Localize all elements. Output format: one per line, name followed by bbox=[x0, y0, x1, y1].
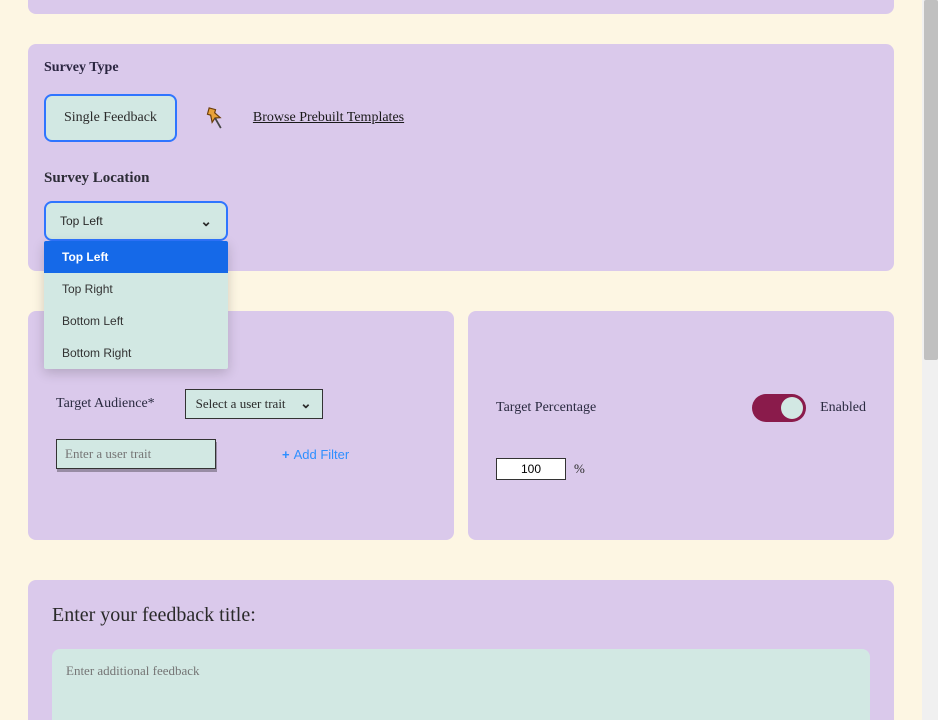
survey-type-card: Survey Type Single Feedback Browse Prebu… bbox=[28, 44, 894, 271]
survey-location-dropdown: Top Left Top Right Bottom Left Bottom Ri… bbox=[44, 241, 228, 369]
survey-location-option-top-left[interactable]: Top Left bbox=[44, 241, 228, 273]
add-filter-label: Add Filter bbox=[294, 447, 350, 462]
target-audience-label: Target Audience* bbox=[56, 396, 155, 412]
feedback-title-label: Enter your feedback title: bbox=[52, 604, 870, 627]
feedback-title-card: Enter your feedback title: bbox=[28, 580, 894, 720]
survey-location-option-top-right[interactable]: Top Right bbox=[44, 273, 228, 305]
survey-location-selected-value: Top Left bbox=[60, 214, 103, 228]
feedback-textarea[interactable] bbox=[52, 649, 870, 720]
target-percentage-card: Target Percentage Enabled % bbox=[468, 311, 894, 540]
target-percentage-toggle[interactable] bbox=[752, 394, 806, 422]
add-filter-button[interactable]: + Add Filter bbox=[282, 447, 349, 462]
chevron-down-icon: ⌄ bbox=[200, 213, 212, 230]
plus-icon: + bbox=[282, 447, 290, 462]
browse-templates-link[interactable]: Browse Prebuilt Templates bbox=[253, 110, 404, 126]
toggle-enabled-label: Enabled bbox=[820, 400, 866, 416]
user-trait-select[interactable]: Select a user trait ⌄ bbox=[185, 389, 323, 419]
survey-type-label: Survey Type bbox=[44, 60, 878, 76]
user-trait-select-placeholder: Select a user trait bbox=[196, 396, 286, 412]
survey-location-label: Survey Location bbox=[44, 170, 878, 187]
percent-suffix: % bbox=[574, 461, 585, 477]
survey-location-select[interactable]: Top Left ⌄ bbox=[44, 201, 228, 241]
scrollbar-thumb[interactable] bbox=[924, 0, 938, 360]
survey-location-option-bottom-right[interactable]: Bottom Right bbox=[44, 337, 228, 369]
previous-card-edge bbox=[28, 0, 894, 14]
toggle-knob bbox=[781, 397, 803, 419]
user-trait-input[interactable] bbox=[56, 439, 216, 469]
scrollbar-track bbox=[922, 0, 938, 720]
single-feedback-button[interactable]: Single Feedback bbox=[44, 94, 177, 142]
target-percentage-label: Target Percentage bbox=[496, 400, 596, 416]
survey-location-option-bottom-left[interactable]: Bottom Left bbox=[44, 305, 228, 337]
target-percentage-input[interactable] bbox=[496, 458, 566, 480]
chevron-down-icon: ⌄ bbox=[300, 396, 312, 413]
pin-icon bbox=[196, 99, 234, 137]
